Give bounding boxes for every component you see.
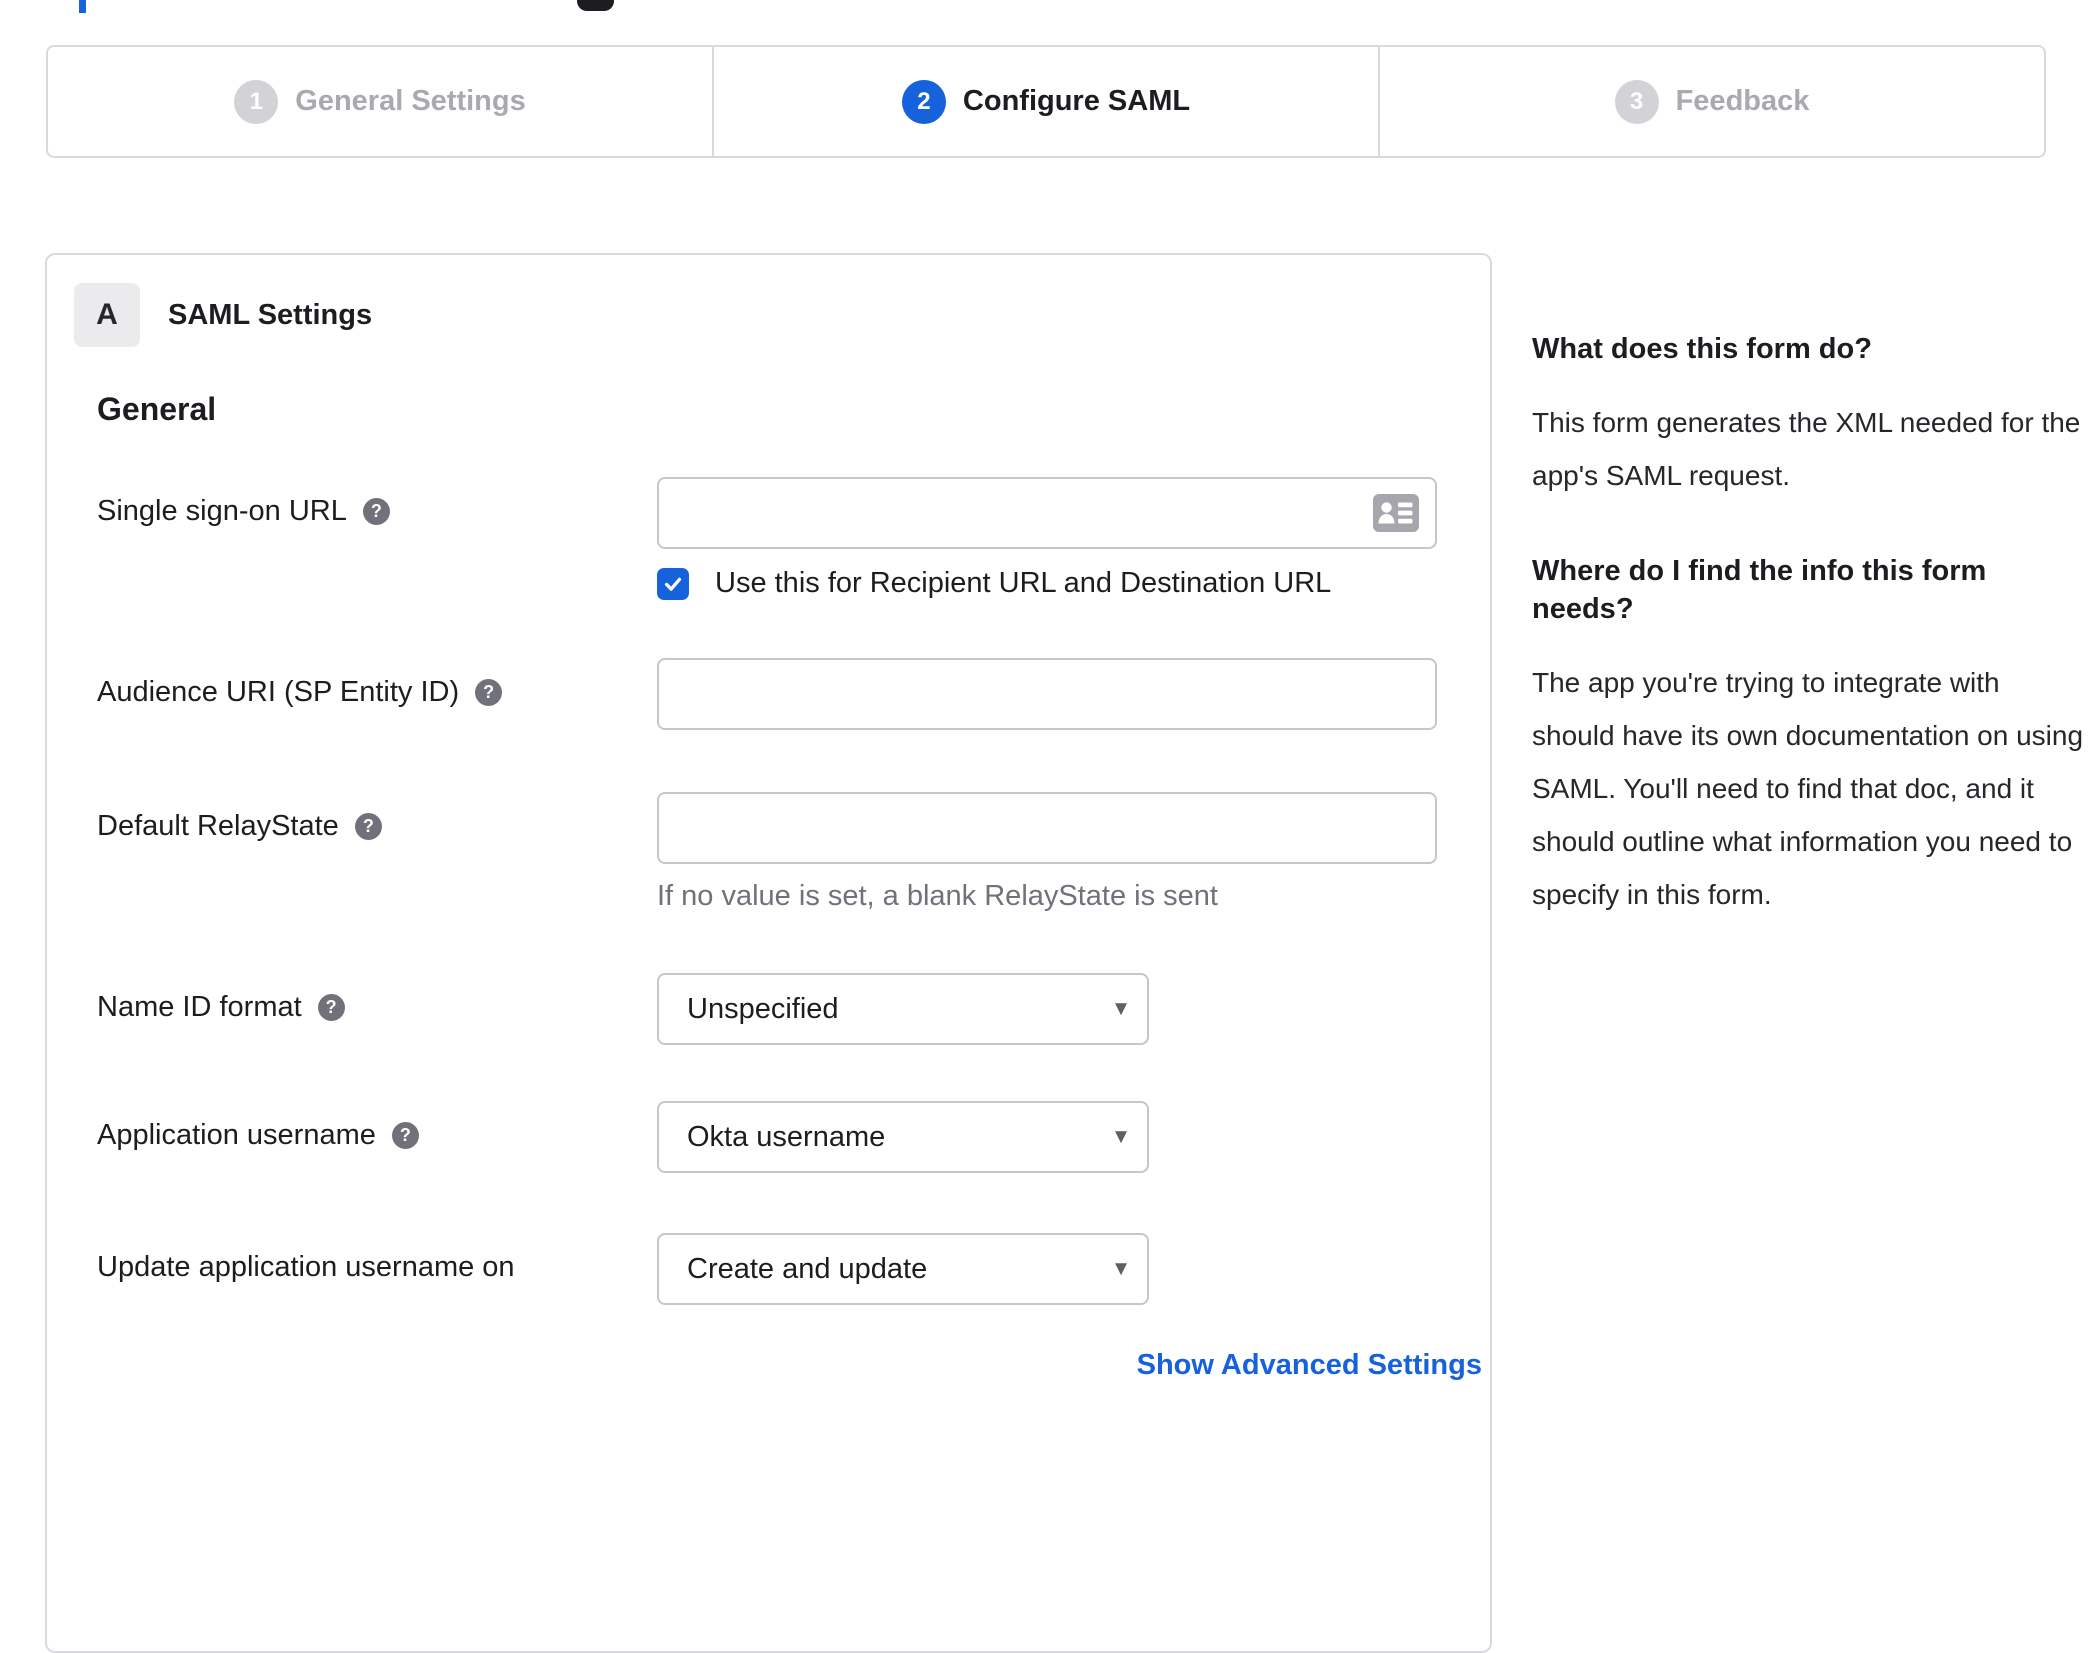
field-row-audience-uri: Audience URI (SP Entity ID) ? [97,658,1482,730]
cutoff-logo-fragment-blue [79,0,86,13]
recipient-url-checkbox-label[interactable]: Use this for Recipient URL and Destinati… [715,567,1331,600]
section-header: A SAML Settings [74,283,1490,347]
default-relaystate-input[interactable] [657,792,1437,864]
application-username-select[interactable]: Okta username ▾ [657,1101,1149,1173]
single-sign-on-url-label: Single sign-on URL [97,495,347,527]
help-icon[interactable]: ? [354,813,382,840]
step-feedback[interactable]: 3 Feedback [1378,47,2044,156]
audience-uri-input[interactable] [657,658,1437,730]
sidebar-heading-where: Where do I find the info this form needs… [1532,555,1987,625]
name-id-format-label: Name ID format [97,991,302,1023]
chevron-down-icon: ▾ [1114,994,1127,1022]
step-number-badge: 1 [234,79,279,124]
audience-uri-label: Audience URI (SP Entity ID) [97,676,460,708]
saml-settings-panel: A SAML Settings General Single sign-on U… [45,253,1492,1653]
sidebar-body-what: This form generates the XML needed for t… [1532,407,2081,491]
checkmark-icon [664,577,682,591]
application-username-value: Okta username [687,1120,886,1153]
wizard-stepper: 1 General Settings 2 Configure SAML 3 Fe… [46,45,2046,158]
step-number-badge: 3 [1614,79,1659,124]
section-title: SAML Settings [168,298,373,331]
relaystate-hint: If no value is set, a blank RelayState i… [657,880,1218,912]
field-row-single-sign-on-url: Single sign-on URL ? Use this for Recipi… [97,477,1482,600]
name-id-format-select[interactable]: Unspecified ▾ [657,973,1149,1045]
saml-form: Single sign-on URL ? Use this for Recipi… [97,477,1482,1382]
step-general-settings[interactable]: 1 General Settings [48,47,712,156]
help-icon[interactable]: ? [362,498,390,525]
step-number-badge: 2 [901,79,946,124]
recipient-url-checkbox[interactable] [657,567,689,600]
step-label: Feedback [1675,85,1810,117]
contact-card-icon[interactable] [1373,494,1419,537]
sidebar-heading-what: What does this form do? [1532,333,1872,365]
show-advanced-settings-link[interactable]: Show Advanced Settings [1137,1349,1482,1381]
help-icon[interactable]: ? [391,1122,419,1149]
help-sidebar: What does this form do? This form genera… [1532,330,2088,921]
step-label: Configure SAML [962,85,1191,117]
general-heading: General [97,391,217,427]
help-icon[interactable]: ? [317,994,345,1021]
help-icon[interactable]: ? [475,679,503,706]
field-row-default-relaystate: Default RelayState ? If no value is set,… [97,792,1482,913]
field-row-name-id-format: Name ID format ? Unspecified ▾ [97,973,1482,1045]
chevron-down-icon: ▾ [1114,1254,1127,1282]
name-id-format-value: Unspecified [687,992,839,1025]
cutoff-logo-fragment-dark [577,0,614,11]
step-configure-saml[interactable]: 2 Configure SAML [712,47,1378,156]
update-application-username-select[interactable]: Create and update ▾ [657,1233,1149,1305]
sidebar-body-where: The app you're trying to integrate with … [1532,667,2084,910]
section-a-badge: A [74,283,140,347]
single-sign-on-url-input[interactable] [657,477,1437,549]
default-relaystate-label: Default RelayState [97,810,339,842]
chevron-down-icon: ▾ [1114,1122,1127,1150]
field-row-application-username: Application username ? Okta username ▾ [97,1101,1482,1173]
application-username-label: Application username [97,1119,376,1151]
update-application-username-value: Create and update [687,1252,928,1285]
update-application-username-label: Update application username on [97,1251,515,1283]
step-label: General Settings [295,85,526,117]
field-row-update-application-username: Update application username on Create an… [97,1233,1482,1305]
